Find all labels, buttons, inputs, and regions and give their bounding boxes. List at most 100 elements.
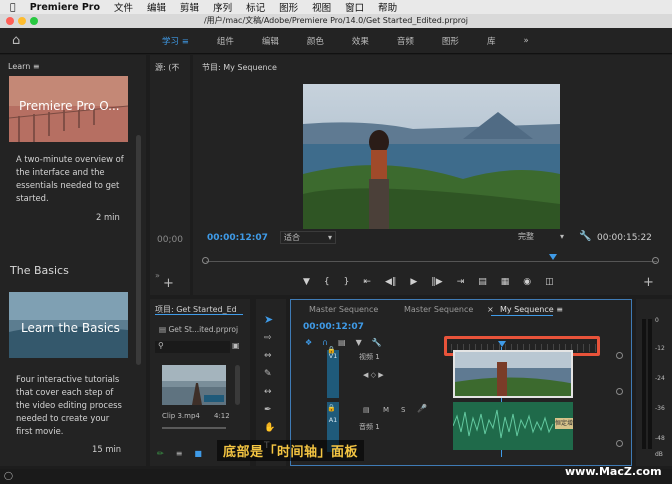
mark-in-icon[interactable]: { <box>324 277 330 287</box>
program-monitor-title: 节目: My Sequence <box>202 63 277 72</box>
menu-sequence[interactable]: 序列 <box>213 0 232 14</box>
tab-effects[interactable]: 效果 <box>338 35 383 47</box>
razor-tool-icon[interactable]: ✎ <box>264 369 272 379</box>
hand-tool-icon[interactable]: ✋ <box>264 423 275 433</box>
track-select-tool-icon[interactable]: ⇨ <box>264 333 272 343</box>
step-forward-icon[interactable]: ‖▶ <box>431 277 442 287</box>
slip-tool-icon[interactable]: ↔ <box>264 387 272 397</box>
zoom-window-button[interactable] <box>30 17 38 25</box>
playhead-icon[interactable] <box>549 254 557 260</box>
menu-help[interactable]: 帮助 <box>378 0 397 14</box>
menu-view[interactable]: 视图 <box>312 0 331 14</box>
panel-menu-icon[interactable]: ≡ <box>556 305 563 314</box>
timeline-tab[interactable]: Master Sequence <box>309 305 378 314</box>
folder-icon: ▤ <box>159 325 167 334</box>
program-timecode[interactable]: 00:00:12:07 <box>207 233 268 243</box>
card-thumbnail-overview[interactable]: Premiere Pro O... <box>9 76 128 142</box>
tab-menu-icon[interactable]: ≡ <box>182 37 189 47</box>
lift-icon[interactable]: ▤ <box>478 277 487 287</box>
tab-libraries[interactable]: 库 <box>473 35 510 47</box>
tab-audio[interactable]: 音频 <box>383 35 428 47</box>
video-clip-thumbnail <box>455 352 571 396</box>
audio-clip[interactable]: 恒定增 <box>453 402 573 450</box>
camera-icon[interactable]: ◉ <box>523 277 531 287</box>
learn-scrollbar[interactable] <box>136 135 141 365</box>
menu-edit[interactable]: 编辑 <box>147 0 166 14</box>
timeline-tab-active[interactable]: My Sequence ≡ <box>500 305 563 314</box>
v1-track-target[interactable]: V1 <box>327 350 339 398</box>
scrubber-end-handle[interactable] <box>652 257 659 264</box>
sync-lock-icon[interactable]: ▤ <box>363 406 370 414</box>
timeline-scroll-handle[interactable] <box>616 388 623 395</box>
selection-tool-icon[interactable]: ➤ <box>264 313 273 326</box>
close-tab-icon[interactable]: × <box>487 305 494 314</box>
tab-color[interactable]: 颜色 <box>293 35 338 47</box>
extract-icon[interactable]: ▦ <box>501 277 510 287</box>
card-thumbnail-basics[interactable]: Learn the Basics <box>9 292 128 358</box>
solo-button[interactable]: S <box>401 406 405 414</box>
card-image-caption: Premiere Pro O... <box>19 99 120 113</box>
timeline-scroll-handle[interactable] <box>616 352 623 359</box>
microphone-icon[interactable]: 🎤 <box>417 404 427 413</box>
go-to-in-icon[interactable]: ⇤ <box>363 277 371 287</box>
pencil-icon[interactable]: ✏ <box>157 449 164 458</box>
tab-learn[interactable]: 学习 ≡ <box>148 35 203 47</box>
settings-wrench-icon[interactable]: 🔧 <box>372 338 382 347</box>
add-button-icon[interactable]: + <box>643 275 654 290</box>
workspace-overflow-icon[interactable]: » <box>509 36 542 46</box>
meter-label: -48 <box>655 435 665 442</box>
window-titlebar: /用户/mac/文稿/Adobe/Premiere Pro/14.0/Get S… <box>0 14 672 28</box>
timeline-scroll-handle[interactable] <box>616 440 623 447</box>
quality-dropdown[interactable]: 完整 ▾ <box>515 231 567 244</box>
menu-clip[interactable]: 剪辑 <box>180 0 199 14</box>
menu-file[interactable]: 文件 <box>114 0 133 14</box>
comparison-icon[interactable]: ◫ <box>545 277 554 287</box>
add-marker-icon[interactable]: ▼ <box>303 277 310 287</box>
snap-icon[interactable]: ❖ <box>305 338 312 347</box>
apple-icon[interactable]:  <box>10 2 16 13</box>
wrench-icon[interactable]: 🔧 <box>579 231 591 242</box>
ripple-edit-tool-icon[interactable]: ⇔ <box>264 351 272 361</box>
program-scrubber[interactable] <box>206 261 657 262</box>
menu-marker[interactable]: 标记 <box>246 0 265 14</box>
insert-icon[interactable]: ▤ <box>338 338 346 347</box>
project-scrollbar[interactable] <box>235 365 240 405</box>
mark-out-icon[interactable]: } <box>344 277 350 287</box>
timeline-timecode[interactable]: 00:00:12:07 <box>303 322 364 332</box>
icon-view-icon[interactable]: ■ <box>194 449 202 458</box>
scrubber-start-handle[interactable] <box>202 257 209 264</box>
watermark: www.MacZ.com <box>565 465 662 478</box>
video-clip[interactable] <box>453 350 573 398</box>
tab-assembly[interactable]: 组件 <box>203 35 248 47</box>
program-video-frame[interactable] <box>303 84 560 229</box>
pen-tool-icon[interactable]: ✒ <box>264 405 272 415</box>
menu-window[interactable]: 窗口 <box>345 0 364 14</box>
home-icon[interactable]: ⌂ <box>12 33 20 48</box>
new-bin-icon[interactable]: ▣ <box>232 341 240 350</box>
go-to-out-icon[interactable]: ⇥ <box>457 277 465 287</box>
lock-icon[interactable]: 🔒 <box>327 346 336 354</box>
tutorial-caption: 底部是「时间轴」面板 <box>217 440 365 461</box>
chevron-down-icon: ▾ <box>559 232 564 241</box>
add-button-icon[interactable]: + <box>163 276 174 291</box>
program-duration: 00:00:15:22 <box>597 233 652 243</box>
list-view-icon[interactable]: ≡ <box>176 449 183 458</box>
close-window-button[interactable] <box>6 17 14 25</box>
tab-editing[interactable]: 编辑 <box>248 35 293 47</box>
keyframe-nav-icon[interactable]: ◀ ◇ ▶ <box>363 371 384 379</box>
add-marker-icon[interactable]: ▼ <box>356 338 362 347</box>
menu-graphics[interactable]: 图形 <box>279 0 298 14</box>
fit-dropdown[interactable]: 适合 ▾ <box>280 231 336 244</box>
project-search-input[interactable]: ⚲ <box>155 341 230 353</box>
step-back-icon[interactable]: ◀‖ <box>385 277 396 287</box>
mute-button[interactable]: M <box>383 406 389 414</box>
panel-menu-icon[interactable]: ≡ <box>33 62 40 71</box>
minimize-window-button[interactable] <box>18 17 26 25</box>
play-icon[interactable]: ▶ <box>410 277 417 287</box>
tab-graphics[interactable]: 图形 <box>428 35 473 47</box>
timeline-tab[interactable]: Master Sequence <box>404 305 473 314</box>
expand-icon[interactable]: » <box>155 271 160 280</box>
clip-thumbnail[interactable] <box>162 365 226 405</box>
app-menu[interactable]: Premiere Pro <box>30 2 100 13</box>
lock-icon[interactable]: 🔒 <box>327 404 336 412</box>
